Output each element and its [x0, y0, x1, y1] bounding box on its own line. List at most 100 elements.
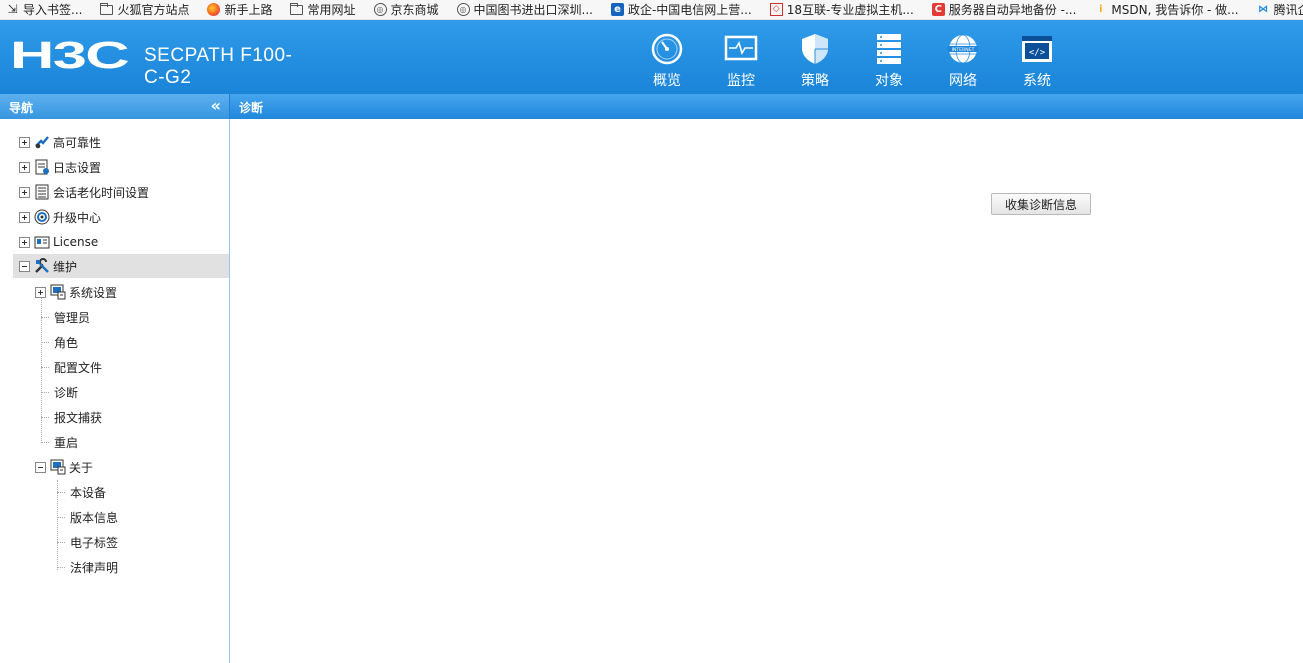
- bookmark-folder-common[interactable]: 常用网址: [278, 0, 361, 19]
- nav-objects[interactable]: 对象: [852, 28, 926, 90]
- bookmark-label: 京东商城: [390, 3, 439, 17]
- nav-label: 系统: [1023, 73, 1051, 89]
- tree-item-label: 角色: [54, 335, 79, 350]
- tree-item-administrators[interactable]: 管理员: [54, 305, 90, 329]
- collapse-sidebar-icon[interactable]: «: [211, 96, 221, 115]
- bookmark-jd[interactable]: ◎ 京东商城: [362, 0, 445, 19]
- tree-item-about[interactable]: 关于: [35, 455, 93, 479]
- tree-connector: [41, 392, 49, 393]
- system-settings-icon: [50, 284, 66, 300]
- diagnostics-panel: 收集诊断信息: [231, 119, 1303, 663]
- tree-item-maintenance[interactable]: 维护: [13, 254, 229, 278]
- svg-text:INTERNET: INTERNET: [952, 47, 975, 53]
- expand-icon[interactable]: [19, 236, 30, 248]
- nav-policy[interactable]: 策略: [778, 28, 852, 90]
- nav-label: 监控: [727, 73, 755, 89]
- bookmark-import[interactable]: ⇲ 导入书签...: [0, 0, 88, 19]
- tree-item-label: 高可靠性: [53, 135, 102, 150]
- tree-connector: [57, 480, 58, 570]
- tree-item-label: 会话老化时间设置: [53, 185, 150, 200]
- tree-item-license[interactable]: License: [19, 230, 98, 254]
- tree-item-label: 关于: [69, 460, 94, 475]
- navigation-tree: 高可靠性 日志设置 会话老化时间设置 升级中心 License 维护 系统设置 …: [0, 119, 230, 663]
- bookmark-cnpiec[interactable]: ◎ 中国图书进出口深圳...: [445, 0, 599, 19]
- tree-item-version-info[interactable]: 版本信息: [70, 505, 118, 529]
- tree-item-label: 重启: [54, 435, 79, 450]
- tree-connector: [41, 417, 49, 418]
- collapse-icon[interactable]: [19, 260, 30, 272]
- tree-item-config-files[interactable]: 配置文件: [54, 355, 102, 379]
- tree-item-label: 报文捕获: [54, 410, 103, 425]
- bookmark-label: 常用网址: [307, 3, 356, 17]
- bookmark-backup[interactable]: C 服务器自动异地备份 -...: [920, 0, 1083, 19]
- tree-item-label: 版本信息: [70, 510, 119, 525]
- tree-item-upgrade-center[interactable]: 升级中心: [19, 205, 101, 229]
- telecom-icon: e: [610, 3, 624, 16]
- import-icon: ⇲: [7, 2, 18, 16]
- bookmark-getting-started[interactable]: 新手上路: [195, 0, 278, 19]
- expand-icon[interactable]: [35, 286, 46, 298]
- bookmark-label: 政企-中国电信网上营...: [627, 3, 752, 17]
- tree-item-packet-capture[interactable]: 报文捕获: [54, 405, 102, 429]
- tree-item-reboot[interactable]: 重启: [54, 430, 78, 454]
- expand-icon[interactable]: [19, 211, 30, 223]
- globe-icon: ◎: [373, 3, 387, 16]
- tree-item-label: 电子标签: [70, 535, 119, 550]
- tree-item-high-availability[interactable]: 高可靠性: [19, 130, 101, 154]
- collapse-icon[interactable]: [35, 461, 46, 473]
- upgrade-icon: [34, 209, 50, 225]
- bookmark-telecom[interactable]: e 政企-中国电信网上营...: [599, 0, 758, 19]
- navigation-header: 导航 «: [0, 94, 230, 119]
- log-icon: [35, 159, 49, 175]
- tree-item-session-aging[interactable]: 会话老化时间设置: [19, 180, 149, 204]
- nav-monitor[interactable]: 监控: [704, 28, 778, 90]
- nav-system[interactable]: </> 系统: [1000, 28, 1074, 90]
- bookmark-tencent[interactable]: ⋈ 腾讯企业: [1245, 0, 1303, 19]
- bookmark-msdn[interactable]: i MSDN, 我告诉你 - 做...: [1082, 0, 1244, 19]
- content-header: 诊断: [230, 94, 1303, 119]
- app-header: H3C SECPATH F100- C-G2 概览 监控 策略 对象 INTER…: [0, 20, 1303, 94]
- tree-item-log-settings[interactable]: 日志设置: [19, 155, 101, 179]
- nav-network[interactable]: INTERNET 网络: [926, 28, 1000, 90]
- expand-icon[interactable]: [19, 161, 30, 173]
- license-icon: [34, 236, 50, 249]
- tree-connector: [57, 492, 65, 493]
- bookmark-18host[interactable]: ◇ 18互联-专业虚拟主机...: [758, 0, 920, 19]
- bookmark-label: 中国图书进出口深圳...: [473, 3, 593, 17]
- svg-text:H3C: H3C: [10, 38, 129, 74]
- ha-icon: [35, 136, 49, 149]
- folder-icon: [290, 2, 304, 15]
- c-icon: C: [931, 3, 945, 16]
- msdn-icon: i: [1099, 4, 1103, 15]
- svg-text:</>: </>: [1029, 48, 1046, 58]
- shield-icon: [802, 34, 828, 64]
- nav-label: 对象: [875, 73, 903, 89]
- tree-item-diagnostics[interactable]: 诊断: [54, 380, 78, 404]
- tree-item-legal-notice[interactable]: 法律声明: [70, 555, 118, 579]
- collect-diagnostics-button[interactable]: 收集诊断信息: [991, 193, 1091, 215]
- tree-item-this-device[interactable]: 本设备: [70, 480, 106, 504]
- tree-connector: [57, 567, 65, 568]
- bookmark-label: 18互联-专业虚拟主机...: [786, 3, 914, 17]
- tree-connector: [41, 367, 49, 368]
- bookmarks-bar: ⇲ 导入书签... 火狐官方站点 新手上路 常用网址 ◎ 京东商城 ◎ 中国图书进出口…: [0, 0, 1303, 20]
- page-title: 诊断: [239, 101, 264, 115]
- expand-icon[interactable]: [19, 186, 30, 198]
- bookmark-folder-firefox[interactable]: 火狐官方站点: [88, 0, 195, 19]
- bookmark-label: 腾讯企业: [1273, 3, 1303, 17]
- tree-connector: [57, 517, 65, 518]
- product-name-line2: C-G2: [144, 67, 192, 88]
- expand-icon[interactable]: [19, 136, 30, 148]
- nav-overview[interactable]: 概览: [630, 28, 704, 90]
- tree-connector: [41, 317, 49, 318]
- tree-item-electronic-label[interactable]: 电子标签: [70, 530, 118, 554]
- tree-item-label: 配置文件: [54, 360, 103, 375]
- nav-label: 概览: [653, 73, 681, 89]
- tree-item-roles[interactable]: 角色: [54, 330, 78, 354]
- tree-item-label: 诊断: [54, 385, 79, 400]
- top-nav: 概览 监控 策略 对象 INTERNET 网络 </> 系统: [630, 28, 1074, 90]
- tree-item-label: 日志设置: [53, 160, 102, 175]
- nav-label: 网络: [949, 73, 977, 89]
- h3c-logo: H3C: [10, 38, 130, 74]
- tree-item-system-settings[interactable]: 系统设置: [35, 280, 117, 304]
